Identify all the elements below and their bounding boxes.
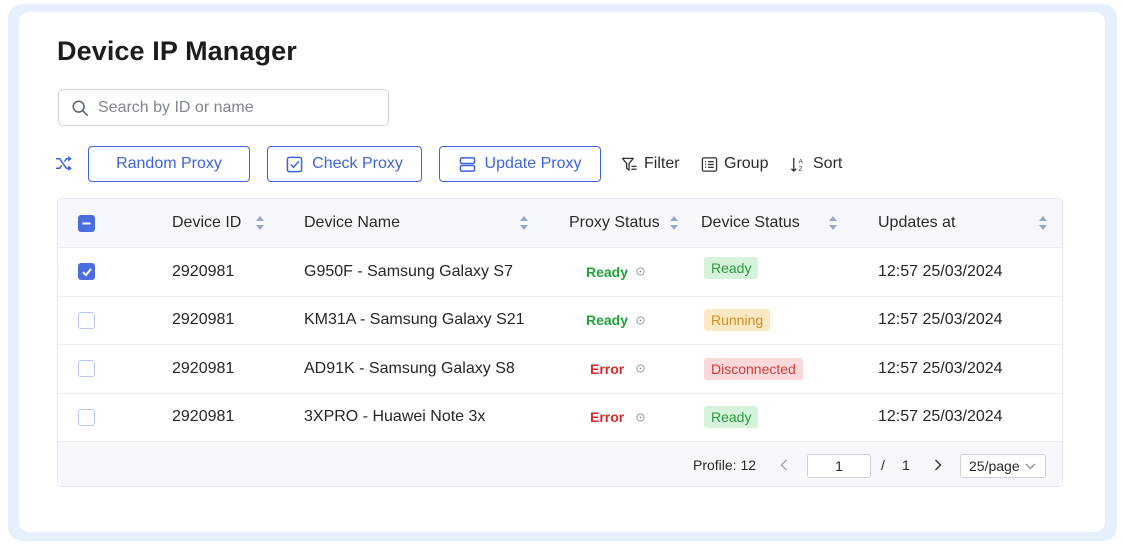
sort-icon[interactable]	[669, 215, 679, 231]
proxy-status-label: Error	[590, 409, 625, 426]
col-device-name[interactable]: Device Name	[304, 199, 400, 247]
table-row[interactable]: 2920981 KM31A - Samsung Galaxy S21 Ready…	[58, 295, 1062, 345]
filter-icon	[621, 157, 637, 171]
proxy-status-label: Error	[590, 360, 625, 377]
update-proxy-button[interactable]: Update Proxy	[439, 146, 601, 182]
device-name-cell: KM31A - Samsung Galaxy S21	[304, 311, 525, 329]
sort-az-icon: A Z	[790, 157, 804, 173]
device-id-cell: 2920981	[172, 359, 235, 377]
sort-label: Sort	[813, 155, 843, 172]
device-status-cell: Running	[704, 297, 771, 345]
table-row[interactable]: 2920981 3XPRO - Huawei Note 3x Error Rea…	[58, 392, 1062, 442]
sort-icon[interactable]	[519, 215, 529, 231]
chevron-left-icon[interactable]	[780, 459, 788, 471]
random-proxy-button[interactable]: Random Proxy	[88, 146, 250, 182]
sort-icon[interactable]	[255, 215, 265, 231]
check-proxy-label: Check Proxy	[312, 155, 403, 172]
page-title: Device IP Manager	[57, 36, 297, 66]
device-name-cell: G950F - Samsung Galaxy S7	[304, 262, 513, 280]
sort-button[interactable]: A Z Sort	[790, 154, 842, 174]
updates-at-cell: 12:57 25/03/2024	[878, 408, 1003, 426]
check-icon	[81, 268, 92, 277]
page-size-value: 25/page	[969, 458, 1020, 474]
info-icon[interactable]	[636, 267, 645, 276]
row-checkbox[interactable]	[78, 263, 95, 281]
proxy-status-label: Ready	[586, 312, 629, 329]
list-icon	[701, 156, 718, 172]
row-checkbox[interactable]	[78, 408, 95, 426]
row-checkbox[interactable]	[78, 360, 95, 378]
proxy-status-cell: Ready	[586, 248, 645, 296]
table-header: Device ID Device Name Proxy Status Devic…	[58, 199, 1062, 247]
page-separator: /	[881, 457, 885, 473]
shuffle-icon[interactable]	[55, 155, 72, 172]
checkbox-icon	[286, 156, 303, 172]
search-input[interactable]	[98, 98, 368, 117]
device-name-cell: 3XPRO - Huawei Note 3x	[304, 408, 486, 426]
server-icon	[459, 156, 475, 172]
device-id-cell: 2920981	[172, 408, 235, 426]
search-icon	[72, 99, 88, 116]
devices-table: Device ID Device Name Proxy Status Devic…	[57, 198, 1063, 487]
status-badge: Ready	[704, 406, 759, 429]
svg-text:A: A	[799, 158, 804, 165]
group-label: Group	[724, 155, 769, 172]
random-proxy-label: Random Proxy	[116, 155, 222, 172]
col-device-status[interactable]: Device Status	[701, 199, 800, 247]
updates-at-cell: 12:57 25/03/2024	[878, 262, 1003, 280]
select-all-cell	[78, 199, 95, 247]
toolbar: Random Proxy Check Proxy Update Proxy Fi…	[0, 146, 1123, 183]
search-box[interactable]	[58, 89, 389, 126]
page-number-input[interactable]	[807, 454, 871, 478]
updates-at-cell: 12:57 25/03/2024	[878, 311, 1003, 329]
proxy-status-cell: Ready	[586, 297, 645, 345]
table-row[interactable]: 2920981 G950F - Samsung Galaxy S7 Ready …	[58, 247, 1062, 296]
col-proxy-status[interactable]: Proxy Status	[569, 199, 660, 247]
device-status-cell: Disconnected	[704, 345, 803, 393]
select-all-checkbox[interactable]	[78, 214, 95, 232]
page-size-select[interactable]: 25/page	[960, 454, 1046, 478]
sort-icon[interactable]	[828, 215, 838, 231]
proxy-status-label: Ready	[586, 263, 629, 280]
minus-icon	[82, 222, 91, 224]
status-badge: Running	[704, 309, 771, 332]
profile-count: Profile: 12	[693, 457, 757, 473]
info-icon[interactable]	[636, 316, 645, 325]
device-status-cell: Ready	[704, 394, 759, 442]
filter-label: Filter	[644, 155, 680, 172]
table-row[interactable]: 2920981 AD91K - Samsung Galaxy S8 Error …	[58, 344, 1062, 393]
device-name-cell: AD91K - Samsung Galaxy S8	[304, 359, 515, 377]
col-device-id[interactable]: Device ID	[172, 199, 241, 247]
info-icon[interactable]	[636, 413, 645, 422]
pagination-bar: Profile: 12 / 1 25/page	[58, 441, 1062, 486]
col-updates-at[interactable]: Updates at	[878, 199, 955, 247]
row-checkbox[interactable]	[78, 311, 95, 329]
updates-at-cell: 12:57 25/03/2024	[878, 359, 1003, 377]
proxy-status-cell: Error	[590, 394, 645, 442]
device-id-cell: 2920981	[172, 311, 235, 329]
group-button[interactable]: Group	[701, 154, 768, 174]
filter-button[interactable]: Filter	[621, 154, 680, 174]
svg-text:Z: Z	[799, 166, 803, 173]
total-pages: 1	[902, 457, 910, 473]
status-badge: Ready	[704, 256, 759, 279]
status-badge: Disconnected	[704, 357, 803, 380]
check-proxy-button[interactable]: Check Proxy	[267, 146, 422, 182]
update-proxy-label: Update Proxy	[484, 155, 582, 172]
device-id-cell: 2920981	[172, 262, 235, 280]
chevron-down-icon	[1025, 463, 1036, 470]
info-icon[interactable]	[636, 364, 645, 373]
device-status-cell: Ready	[704, 244, 759, 292]
proxy-status-cell: Error	[590, 345, 645, 393]
sort-icon[interactable]	[1038, 215, 1048, 231]
chevron-right-icon[interactable]	[934, 459, 942, 471]
